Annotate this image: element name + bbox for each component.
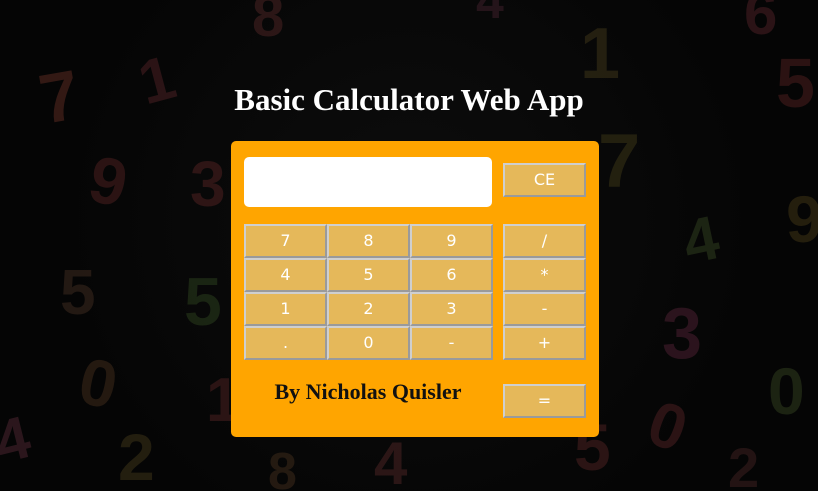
key-6[interactable]: 6 bbox=[410, 258, 493, 292]
key-1[interactable]: 1 bbox=[244, 292, 327, 326]
key-5[interactable]: 5 bbox=[327, 258, 410, 292]
background-digit: 4 bbox=[476, 0, 504, 29]
background-digit: 4 bbox=[0, 402, 37, 477]
key-7[interactable]: 7 bbox=[244, 224, 327, 258]
background-digit: 4 bbox=[677, 203, 726, 278]
background-digit: 9 bbox=[786, 182, 818, 256]
page-title: Basic Calculator Web App bbox=[234, 82, 584, 117]
background-digit: 9 bbox=[82, 140, 135, 222]
background-digit: 3 bbox=[190, 148, 226, 220]
key-8[interactable]: 8 bbox=[327, 224, 410, 258]
subtract-button[interactable]: - bbox=[503, 292, 586, 326]
background-digit: 5 bbox=[184, 264, 222, 340]
background-digit: 3 bbox=[662, 294, 703, 374]
divide-button[interactable]: / bbox=[503, 224, 586, 258]
background-digit: 7 bbox=[598, 119, 641, 204]
background-digit: 6 bbox=[744, 0, 778, 47]
negate-button[interactable]: - bbox=[410, 326, 493, 360]
calculator-display[interactable] bbox=[244, 157, 492, 207]
key-0[interactable]: 0 bbox=[327, 326, 410, 360]
clear-entry-button[interactable]: CE bbox=[503, 163, 586, 197]
background-digit: 8 bbox=[268, 443, 297, 491]
background-digit: 2 bbox=[118, 420, 155, 491]
background-digit: 0 bbox=[638, 386, 697, 466]
key-2[interactable]: 2 bbox=[327, 292, 410, 326]
background-digit: 1 bbox=[580, 14, 621, 94]
equals-button[interactable]: = bbox=[503, 384, 586, 418]
background-digit: 0 bbox=[72, 342, 125, 424]
background-digit: 0 bbox=[768, 354, 805, 428]
background-digit: 8 bbox=[252, 0, 285, 49]
key-3[interactable]: 3 bbox=[410, 292, 493, 326]
add-button[interactable]: + bbox=[503, 326, 586, 360]
key-4[interactable]: 4 bbox=[244, 258, 327, 292]
key-9[interactable]: 9 bbox=[410, 224, 493, 258]
calculator-panel: CE 7 8 9 / 4 5 6 * 1 2 3 - . 0 - + By Ni… bbox=[231, 141, 599, 437]
background-digit: 4 bbox=[374, 430, 408, 491]
author-byline: By Nicholas Quisler bbox=[274, 379, 462, 404]
background-digit: 5 bbox=[60, 256, 96, 328]
decimal-point-button[interactable]: . bbox=[244, 326, 327, 360]
background-digit: 2 bbox=[728, 436, 760, 491]
multiply-button[interactable]: * bbox=[503, 258, 586, 292]
